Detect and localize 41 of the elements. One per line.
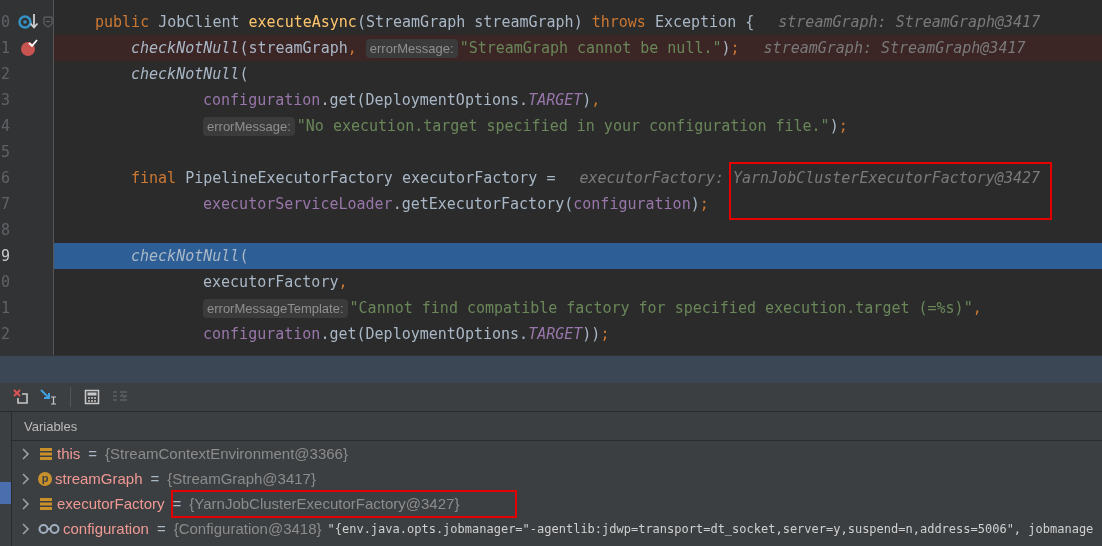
code-text: configuration.get(DeploymentOptions.TARGET)); bbox=[203, 325, 610, 343]
parameter-hint: errorMessageTemplate: bbox=[203, 298, 348, 318]
variable-value: {StreamContextEnvironment@3366} bbox=[105, 445, 348, 462]
code-text: executorServiceLoader.getExecutorFactory(configuration); bbox=[203, 195, 709, 213]
line-number: 9 bbox=[0, 247, 12, 265]
field-icon bbox=[39, 446, 53, 461]
parameter-icon: p bbox=[38, 471, 52, 486]
glasses-icon bbox=[38, 522, 60, 535]
code-text: "StreamGraph cannot be null."); bbox=[459, 39, 740, 57]
variable-value: {Configuration@3418} bbox=[173, 520, 322, 537]
variable-name: this bbox=[57, 445, 81, 462]
equals-sign: = bbox=[150, 470, 160, 487]
method-breakpoint-icon[interactable] bbox=[18, 13, 40, 31]
code-text: checkNotNull( bbox=[131, 247, 249, 265]
code-text: checkNotNull( bbox=[131, 65, 249, 83]
inline-debug-value: streamGraph: StreamGraph@3417 bbox=[778, 13, 1041, 31]
variable-value: {StreamGraph@3417} bbox=[167, 470, 316, 487]
variable-name: streamGraph bbox=[55, 470, 143, 487]
variable-name: configuration bbox=[63, 520, 149, 537]
code-text: "Cannot find compatible factory for specified execution.target (=%s)", bbox=[349, 299, 982, 317]
equals-sign: = bbox=[156, 520, 166, 537]
field-icon bbox=[39, 496, 53, 511]
equals-sign: = bbox=[172, 495, 182, 512]
breakpoint-icon[interactable] bbox=[20, 39, 38, 57]
inline-debug-value: streamGraph: StreamGraph@3417 bbox=[763, 39, 1026, 57]
variable-name: executorFactory bbox=[57, 495, 165, 512]
code-text: configuration.get(DeploymentOptions.TARGET), bbox=[203, 91, 601, 109]
code-text: final PipelineExecutorFactory executorFactory = bbox=[131, 169, 556, 187]
variable-value: {YarnJobClusterExecutorFactory@3427} bbox=[189, 495, 460, 512]
inline-debug-value: executorFactory: bbox=[579, 169, 724, 187]
inline-debug-value: YarnJobClusterExecutorFactory@3427 bbox=[732, 169, 1040, 187]
panel-title: Variables bbox=[24, 418, 78, 434]
code-text: checkNotNull(streamGraph, bbox=[131, 39, 358, 57]
parameter-hint: errorMessage: bbox=[365, 38, 458, 58]
code-text: "No execution.target specified in your configuration file."); bbox=[296, 117, 848, 135]
string-value: "{env.java.opts.jobmanager="-agentlib:jdwp=transport=dt_socket,server=y,suspend=n,address=5006", jobmanage bbox=[327, 521, 1094, 536]
fold-marker-icon[interactable] bbox=[43, 16, 53, 28]
code-text: executorFactory, bbox=[203, 273, 348, 291]
equals-sign: = bbox=[88, 445, 98, 462]
parameter-hint: errorMessage: bbox=[203, 116, 295, 136]
code-text: public JobClient executeAsync(StreamGraph streamGraph) throws Exception { bbox=[95, 13, 755, 31]
